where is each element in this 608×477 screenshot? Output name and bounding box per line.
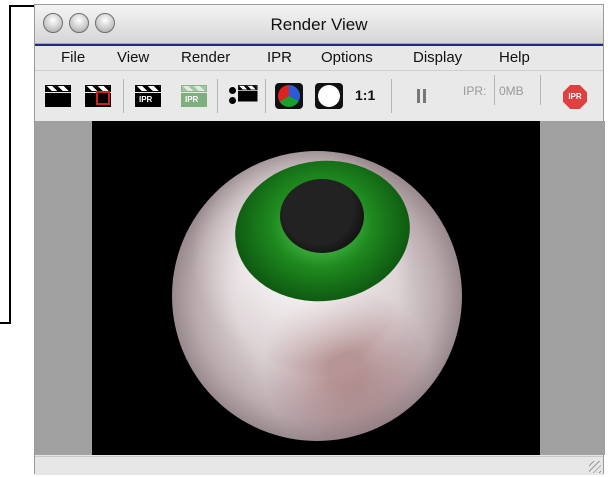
- ratio-label: 1:1: [355, 87, 376, 103]
- ipr-memory: 0MB: [499, 84, 524, 98]
- stop-ipr-button[interactable]: IPR: [563, 85, 587, 109]
- alpha-channel-icon: [315, 83, 343, 109]
- stop-ipr-icon: IPR: [563, 85, 587, 109]
- pause-icon: [417, 89, 427, 103]
- render-view-window: Render View File View Render IPR Options…: [34, 4, 605, 475]
- ipr-render-button[interactable]: IPR: [135, 85, 161, 107]
- menu-view[interactable]: View: [117, 49, 149, 66]
- resize-grip-icon[interactable]: [589, 461, 601, 473]
- ipr-refresh-button[interactable]: IPR: [181, 85, 207, 107]
- render-viewport[interactable]: [35, 121, 605, 455]
- render-region-button[interactable]: [85, 85, 111, 107]
- menu-display[interactable]: Display: [413, 49, 462, 66]
- rgb-channels-button[interactable]: [275, 83, 303, 109]
- alpha-channel-button[interactable]: [315, 83, 343, 109]
- ipr-render-icon: IPR: [135, 85, 161, 107]
- menu-options[interactable]: Options: [321, 49, 373, 66]
- menu-file[interactable]: File: [61, 49, 85, 66]
- render-clapper-icon: [45, 85, 71, 107]
- rendered-image: [92, 121, 540, 455]
- snapshot-icon: [229, 85, 258, 109]
- ipr-refresh-icon: IPR: [181, 85, 207, 107]
- window-title: Render View: [270, 15, 368, 34]
- toolbar-separator: [123, 79, 124, 113]
- menu-render[interactable]: Render: [181, 49, 230, 66]
- toolbar-separator: [265, 79, 266, 113]
- toolbar-separator: [540, 75, 541, 105]
- toolbar-separator: [391, 79, 392, 113]
- eye-pupil: [280, 179, 364, 253]
- snapshot-button[interactable]: [229, 85, 258, 109]
- real-size-button[interactable]: 1:1: [355, 87, 375, 105]
- render-region-icon: [85, 85, 111, 107]
- toolbar: IPR IPR 1:1 IPR: 0MB IPR: [35, 70, 603, 121]
- title-bar[interactable]: Render View: [35, 5, 603, 44]
- render-button[interactable]: [45, 85, 71, 107]
- toolbar-separator: [217, 79, 218, 113]
- toolbar-separator: [494, 75, 495, 105]
- status-bar: [35, 456, 603, 475]
- menu-ipr[interactable]: IPR: [267, 49, 292, 66]
- menu-help[interactable]: Help: [499, 49, 530, 66]
- ipr-label: IPR:: [463, 84, 487, 98]
- rgb-channels-icon: [275, 83, 303, 109]
- pause-button[interactable]: [417, 89, 427, 103]
- menu-bar: File View Render IPR Options Display Hel…: [35, 44, 603, 70]
